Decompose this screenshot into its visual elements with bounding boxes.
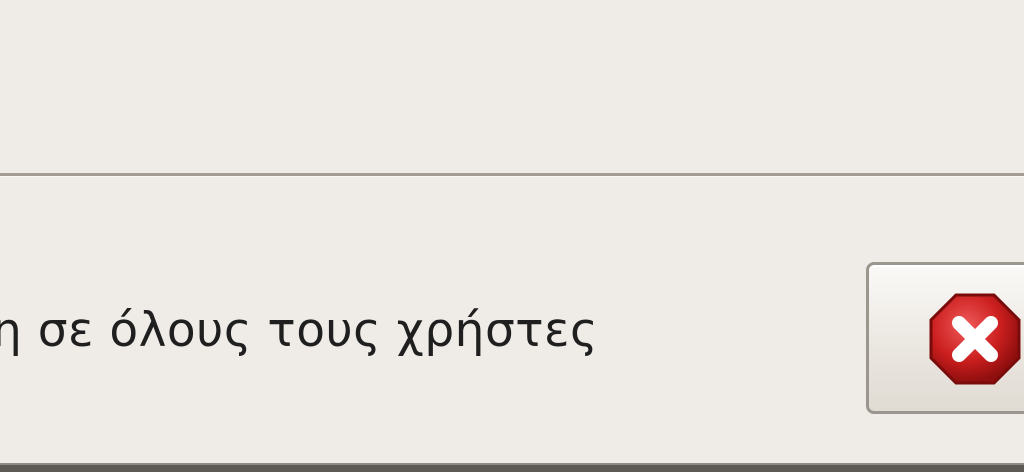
cancel-button[interactable] <box>866 262 1024 414</box>
cancel-icon <box>929 293 1021 385</box>
window-bottom-edge <box>0 463 1024 472</box>
dialog-separator <box>0 173 1024 176</box>
dialog-content-area <box>0 0 1024 173</box>
apply-to-all-users-label: η σε όλους τους χρήστες <box>0 303 599 358</box>
dialog-window: η σε όλους τους χρήστες <box>0 0 1024 472</box>
